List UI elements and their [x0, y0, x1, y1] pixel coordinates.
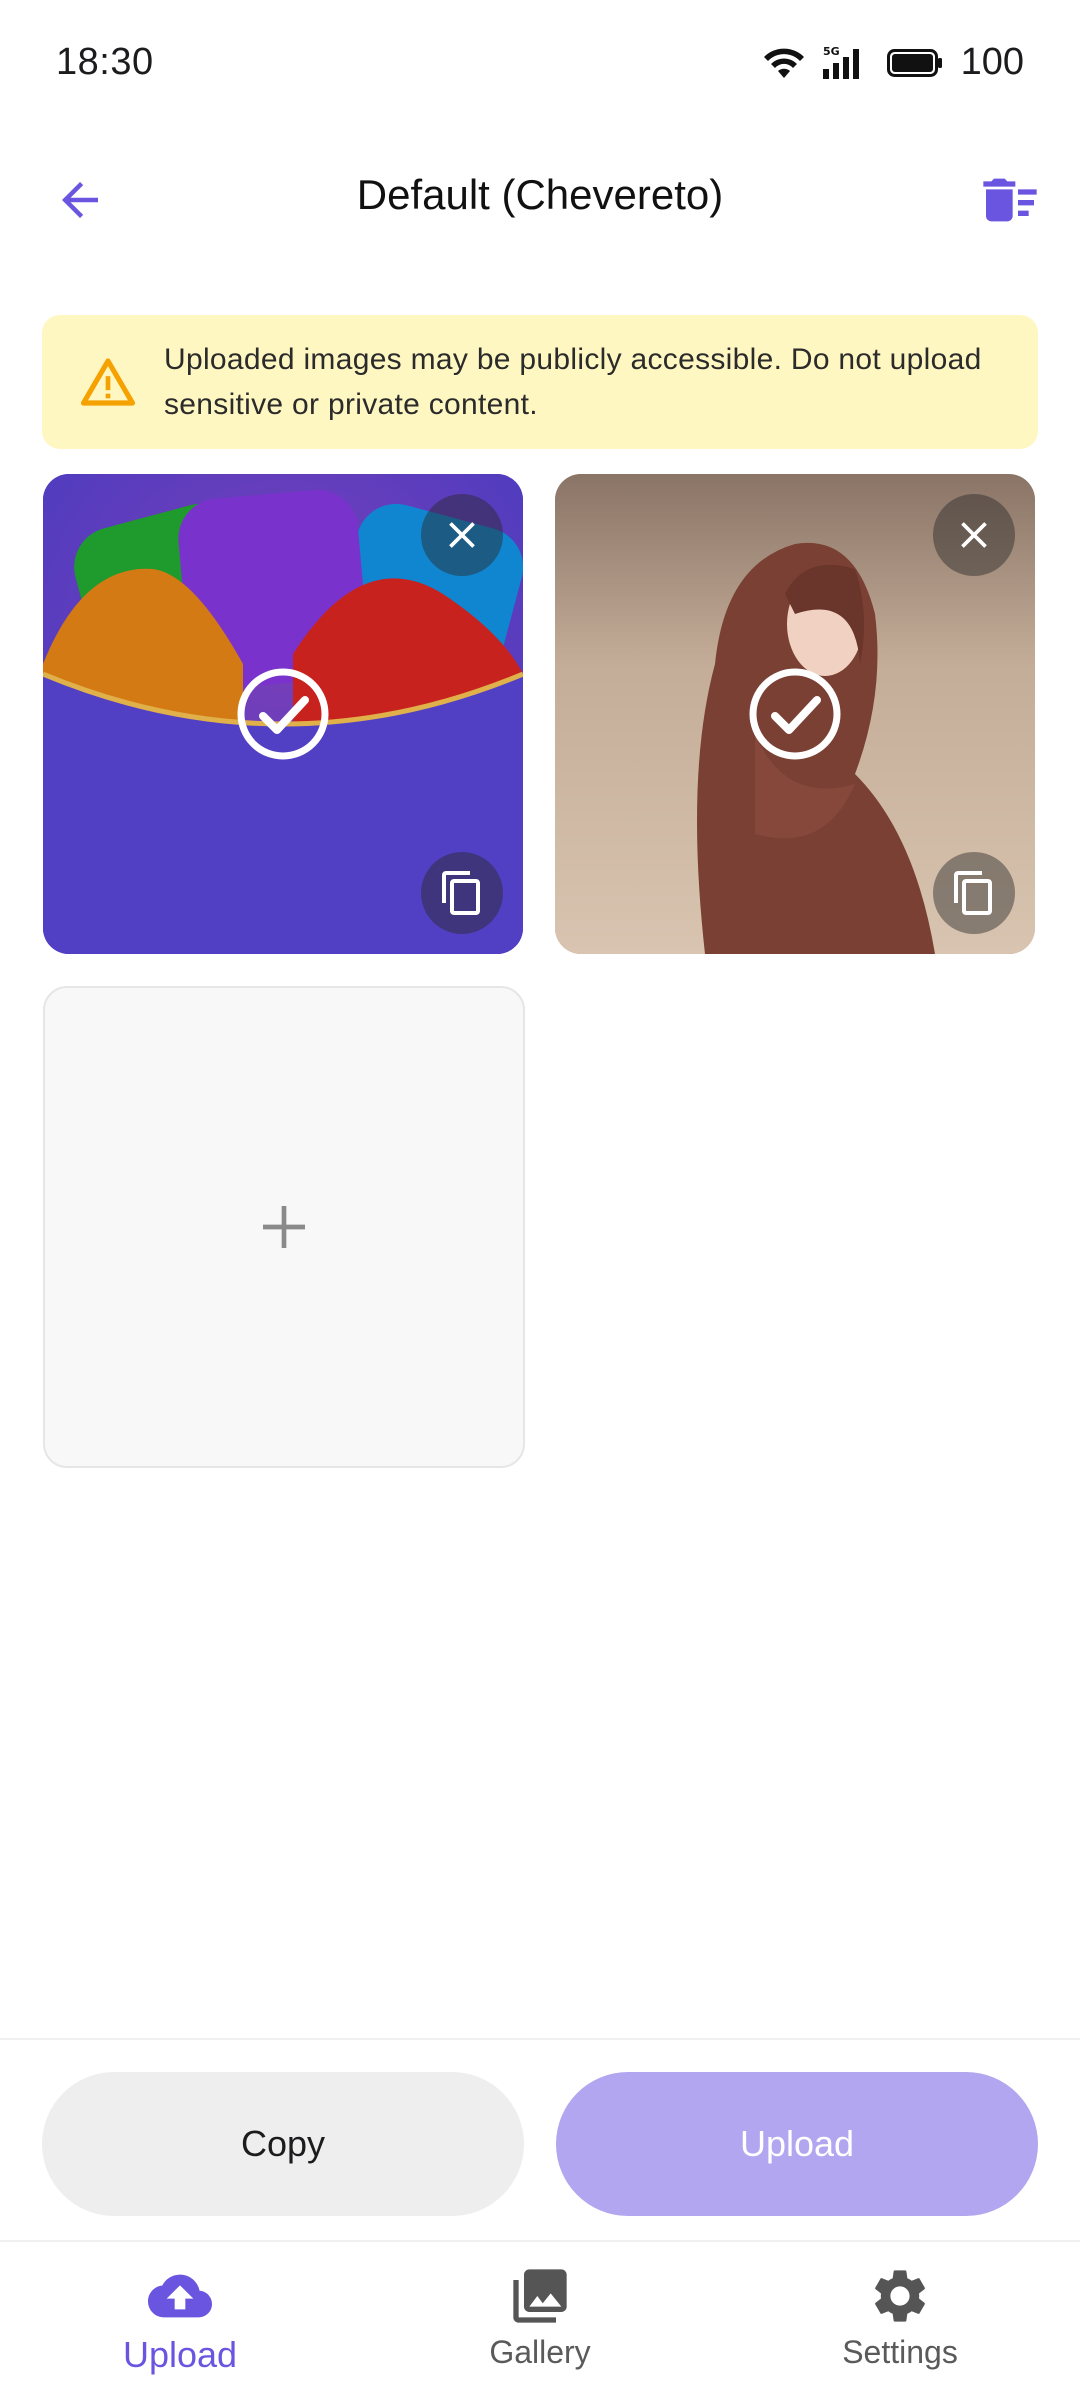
warning-triangle-icon	[80, 358, 136, 406]
copy-button[interactable]: Copy	[42, 2072, 524, 2216]
delete-sweep-icon	[983, 178, 1037, 222]
gear-icon	[875, 2270, 925, 2322]
image-tile[interactable]	[555, 474, 1035, 954]
copy-icon	[442, 871, 480, 915]
battery-icon	[886, 48, 942, 77]
nav-item-settings[interactable]: Settings	[750, 2242, 1050, 2402]
status-time: 18:30	[56, 41, 154, 83]
warning-text: Uploaded images may be publicly accessib…	[164, 343, 982, 421]
copy-link-button[interactable]	[933, 852, 1015, 934]
clear-all-button[interactable]	[970, 160, 1050, 240]
action-bar: Copy Upload	[0, 2038, 1080, 2238]
nav-label: Gallery	[489, 2334, 591, 2370]
back-button[interactable]	[40, 160, 120, 240]
cloud-upload-icon	[148, 2274, 212, 2318]
warning-banner: Uploaded images may be publicly accessib…	[42, 315, 1038, 449]
app-bar: Default (Chevereto)	[0, 130, 1080, 260]
status-icons: 5G 100	[763, 41, 1024, 84]
battery-level: 100	[960, 41, 1024, 83]
nav-label: Settings	[842, 2334, 958, 2370]
page-title: Default (Chevereto)	[356, 171, 724, 218]
selected-check-icon	[749, 668, 841, 760]
gallery-icon	[513, 2269, 567, 2323]
cellular-5g-icon: 5G	[822, 45, 859, 79]
nav-item-gallery[interactable]: Gallery	[390, 2242, 690, 2402]
remove-image-button[interactable]	[933, 494, 1015, 576]
upload-button[interactable]: Upload	[556, 2072, 1038, 2216]
svg-text:5G: 5G	[823, 45, 840, 58]
selected-check-icon	[237, 668, 329, 760]
wifi-icon	[763, 48, 804, 78]
image-tile[interactable]	[43, 474, 523, 954]
bottom-navigation: Upload Gallery Settings	[0, 2240, 1080, 2400]
close-icon	[449, 522, 475, 548]
arrow-left-icon	[62, 182, 98, 218]
plus-icon	[263, 1206, 305, 1248]
status-bar: 18:30 5G 100	[0, 0, 1080, 125]
copy-link-button[interactable]	[421, 852, 503, 934]
nav-label: Upload	[122, 2334, 238, 2375]
nav-item-upload[interactable]: Upload	[30, 2242, 330, 2402]
add-image-button[interactable]	[43, 986, 525, 1468]
copy-icon	[954, 871, 992, 915]
remove-image-button[interactable]	[421, 494, 503, 576]
close-icon	[961, 522, 987, 548]
